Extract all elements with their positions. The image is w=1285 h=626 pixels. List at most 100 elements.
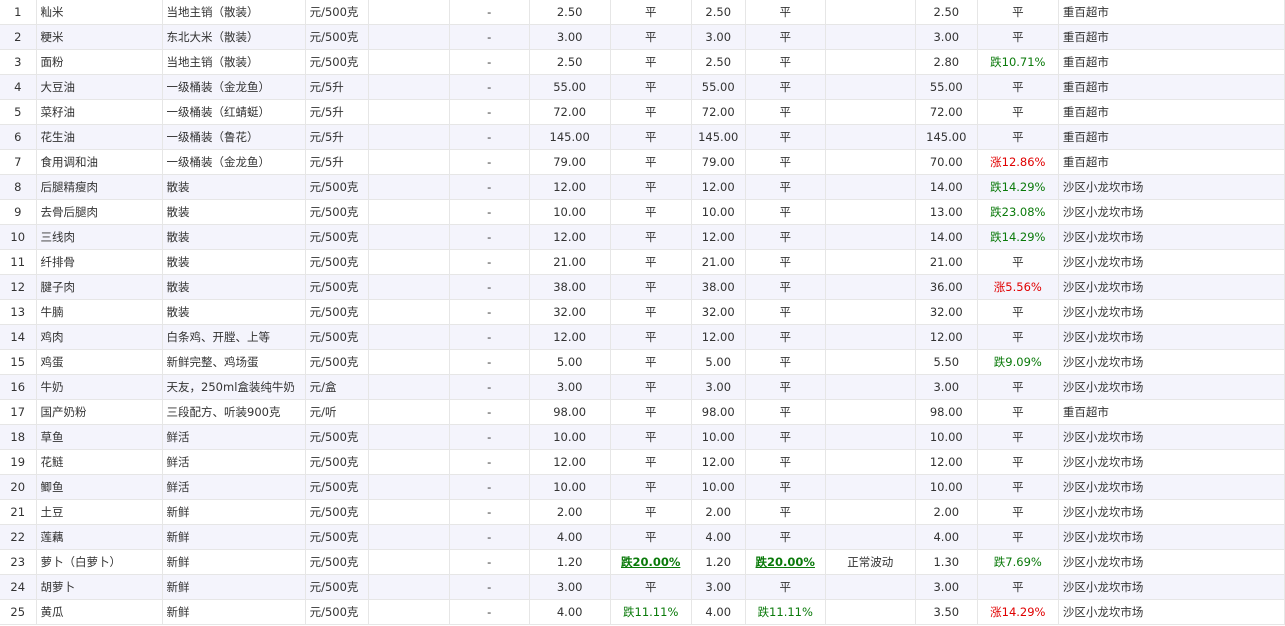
product-spec: 一级桶装（金龙鱼） bbox=[162, 74, 306, 100]
empty-cell bbox=[368, 199, 450, 225]
product-name: 腱子肉 bbox=[36, 274, 163, 300]
note-cell bbox=[825, 599, 916, 625]
dash-cell: - bbox=[449, 324, 530, 350]
price-3: 2.00 bbox=[915, 499, 978, 525]
price-2: 12.00 bbox=[691, 324, 746, 350]
change-3: 平 bbox=[977, 399, 1059, 425]
dash-cell: - bbox=[449, 99, 530, 125]
change-1: 平 bbox=[610, 474, 692, 500]
product-name: 国产奶粉 bbox=[36, 399, 163, 425]
change-3: 涨5.56% bbox=[977, 274, 1059, 300]
product-name: 面粉 bbox=[36, 49, 163, 75]
empty-cell bbox=[368, 274, 450, 300]
empty-cell bbox=[368, 599, 450, 625]
price-current: 79.00 bbox=[529, 149, 611, 175]
price-unit: 元/5升 bbox=[305, 74, 369, 100]
note-cell bbox=[825, 299, 916, 325]
change-2: 平 bbox=[745, 374, 826, 400]
change-2: 跌20.00% bbox=[745, 549, 826, 575]
change-3: 跌14.29% bbox=[977, 174, 1059, 200]
price-2: 12.00 bbox=[691, 449, 746, 475]
market-name: 重百超市 bbox=[1058, 49, 1285, 75]
change-3: 跌14.29% bbox=[977, 224, 1059, 250]
note-cell bbox=[825, 149, 916, 175]
change-3: 涨14.29% bbox=[977, 599, 1059, 625]
table-row: 21 土豆 新鲜 元/500克 -2.00 平 2.00 平 2.00 平沙区小龙坎市场 bbox=[0, 499, 1285, 525]
change-3: 平 bbox=[977, 499, 1059, 525]
empty-cell bbox=[368, 149, 450, 175]
note-cell: 正常波动 bbox=[825, 549, 916, 575]
price-unit: 元/500克 bbox=[305, 199, 369, 225]
price-3: 10.00 bbox=[915, 474, 978, 500]
price-unit: 元/500克 bbox=[305, 0, 369, 25]
empty-cell bbox=[368, 374, 450, 400]
change-3: 跌10.71% bbox=[977, 49, 1059, 75]
market-name: 重百超市 bbox=[1058, 124, 1285, 150]
change-3: 平 bbox=[977, 99, 1059, 125]
product-spec: 一级桶装（红蜻蜓） bbox=[162, 99, 306, 125]
price-3: 55.00 bbox=[915, 74, 978, 100]
price-3: 36.00 bbox=[915, 274, 978, 300]
change-1: 平 bbox=[610, 524, 692, 550]
market-name: 沙区小龙坎市场 bbox=[1058, 349, 1285, 375]
price-table: 1 籼米 当地主销（散装） 元/500克 -2.50 平 2.50 平 2.50 平重百超市 2 粳米… bbox=[0, 0, 1285, 625]
change-1: 平 bbox=[610, 274, 692, 300]
change-3: 平 bbox=[977, 474, 1059, 500]
product-name: 三线肉 bbox=[36, 224, 163, 250]
price-unit: 元/500克 bbox=[305, 224, 369, 250]
change-1: 平 bbox=[610, 499, 692, 525]
table-row: 24 胡萝卜 新鲜 元/500克 -3.00 平 3.00 平 3.00 平沙区小龙坎市场 bbox=[0, 574, 1285, 600]
change-2: 平 bbox=[745, 499, 826, 525]
dash-cell: - bbox=[449, 149, 530, 175]
change-1: 平 bbox=[610, 149, 692, 175]
change-3: 跌7.69% bbox=[977, 549, 1059, 575]
dash-cell: - bbox=[449, 74, 530, 100]
dash-cell: - bbox=[449, 49, 530, 75]
change-2: 平 bbox=[745, 424, 826, 450]
product-spec: 散装 bbox=[162, 274, 306, 300]
change-2: 平 bbox=[745, 149, 826, 175]
market-name: 沙区小龙坎市场 bbox=[1058, 524, 1285, 550]
product-spec: 一级桶装（金龙鱼） bbox=[162, 149, 306, 175]
table-row: 9 去骨后腿肉 散装 元/500克 -10.00 平 10.00 平 13.00 跌23.08% 沙… bbox=[0, 199, 1285, 225]
table-row: 17 国产奶粉 三段配方、听装900克 元/听 -98.00 平 98.00 平 98.00 平重… bbox=[0, 399, 1285, 425]
price-current: 12.00 bbox=[529, 449, 611, 475]
price-unit: 元/500克 bbox=[305, 549, 369, 575]
note-cell bbox=[825, 249, 916, 275]
dash-cell: - bbox=[449, 574, 530, 600]
table-row: 8 后腿精瘦肉 散装 元/500克 -12.00 平 12.00 平 14.00 跌14.29% 沙… bbox=[0, 174, 1285, 200]
note-cell bbox=[825, 24, 916, 50]
price-3: 10.00 bbox=[915, 424, 978, 450]
note-cell bbox=[825, 399, 916, 425]
change-1: 平 bbox=[610, 324, 692, 350]
market-name: 重百超市 bbox=[1058, 24, 1285, 50]
empty-cell bbox=[368, 74, 450, 100]
change-3: 平 bbox=[977, 0, 1059, 25]
product-name: 花生油 bbox=[36, 124, 163, 150]
row-number: 1 bbox=[0, 0, 37, 25]
change-2: 平 bbox=[745, 449, 826, 475]
price-2: 2.00 bbox=[691, 499, 746, 525]
change-2: 平 bbox=[745, 174, 826, 200]
note-cell bbox=[825, 124, 916, 150]
table-row: 25 黄瓜 新鲜 元/500克 -4.00 跌11.11% 4.00 跌11.11% 3.50 涨… bbox=[0, 599, 1285, 625]
change-1: 跌11.11% bbox=[610, 599, 692, 625]
empty-cell bbox=[368, 424, 450, 450]
note-cell bbox=[825, 474, 916, 500]
price-2: 32.00 bbox=[691, 299, 746, 325]
change-1: 平 bbox=[610, 99, 692, 125]
dash-cell: - bbox=[449, 499, 530, 525]
row-number: 22 bbox=[0, 524, 37, 550]
change-3: 平 bbox=[977, 524, 1059, 550]
empty-cell bbox=[368, 49, 450, 75]
row-number: 5 bbox=[0, 99, 37, 125]
table-row: 14 鸡肉 白条鸡、开膛、上等 元/500克 -12.00 平 12.00 平 12.00 平沙区… bbox=[0, 324, 1285, 350]
product-name: 粳米 bbox=[36, 24, 163, 50]
market-name: 沙区小龙坎市场 bbox=[1058, 549, 1285, 575]
table-row: 22 莲藕 新鲜 元/500克 -4.00 平 4.00 平 4.00 平沙区小龙坎市场 bbox=[0, 524, 1285, 550]
price-3: 21.00 bbox=[915, 249, 978, 275]
price-current: 12.00 bbox=[529, 224, 611, 250]
price-2: 3.00 bbox=[691, 574, 746, 600]
empty-cell bbox=[368, 399, 450, 425]
price-2: 55.00 bbox=[691, 74, 746, 100]
